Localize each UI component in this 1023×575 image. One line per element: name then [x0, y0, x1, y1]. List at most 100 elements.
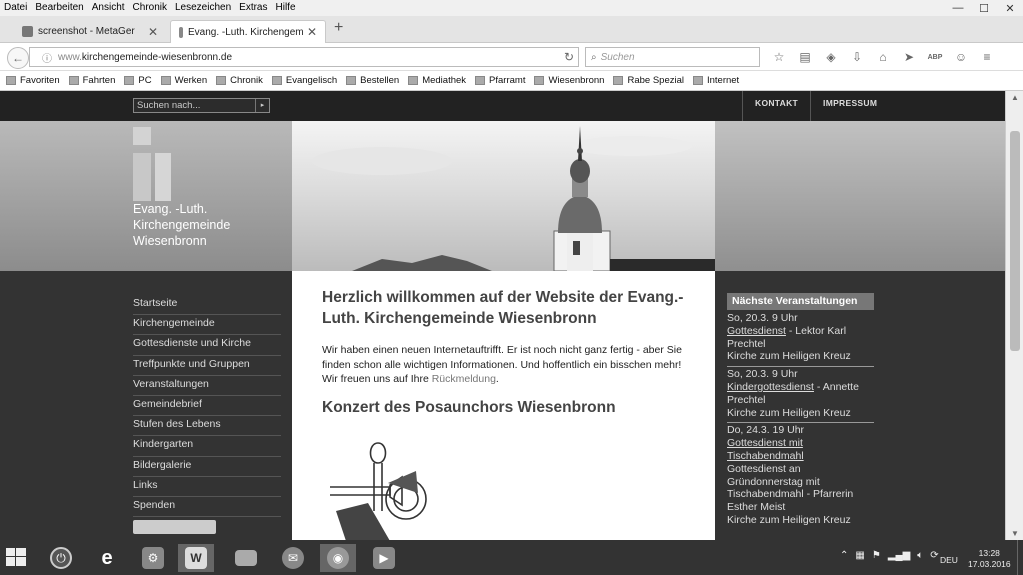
- menu-ansicht[interactable]: Ansicht: [88, 0, 129, 16]
- send-icon[interactable]: ➤: [896, 48, 922, 66]
- volume-icon[interactable]: 🔈︎: [917, 550, 923, 561]
- tab-kirchengemeinde[interactable]: Evang. -Luth. Kirchengem... ✕: [170, 20, 326, 43]
- tab-metager[interactable]: screenshot - MetaGer ✕: [14, 20, 166, 43]
- folder-icon: [68, 76, 79, 85]
- bookmark-wiesenbronn[interactable]: Wiesenbronn: [534, 75, 604, 86]
- event-item: So, 20.3. 9 Uhr Gottesdienst - Lektor Ka…: [727, 311, 874, 368]
- intro-paragraph: Wir haben einen neuen Internetauftrifft.…: [322, 343, 685, 387]
- site-title-line: Wiesenbronn: [133, 234, 207, 248]
- event-date: So, 20.3. 9 Uhr: [727, 368, 798, 381]
- reading-list-icon[interactable]: ▤: [792, 48, 818, 66]
- bookmark-favoriten[interactable]: Favoriten: [6, 75, 60, 86]
- nav-gemeindebrief[interactable]: Gemeindebrief: [133, 396, 281, 417]
- show-desktop-button[interactable]: [1017, 540, 1023, 575]
- bookmark-bestellen[interactable]: Bestellen: [346, 75, 399, 86]
- nav-gottesdienste[interactable]: Gottesdienste und Kirche: [133, 335, 281, 356]
- tab-close-icon[interactable]: ✕: [148, 25, 158, 39]
- thunderbird-icon[interactable]: ✉: [275, 544, 311, 572]
- downloads-icon[interactable]: ⇩: [844, 48, 870, 66]
- nav-bildergalerie[interactable]: Bildergalerie: [133, 457, 281, 477]
- nav-kirchengemeinde[interactable]: Kirchengemeinde: [133, 315, 281, 336]
- tab-bar: screenshot - MetaGer ✕ Evang. -Luth. Kir…: [0, 16, 1023, 43]
- bookmark-pc[interactable]: PC: [124, 75, 152, 86]
- tray-chevron-icon[interactable]: ⌃: [840, 550, 848, 561]
- page-scrollbar[interactable]: ▲ ▼: [1005, 91, 1023, 540]
- nav-veranstaltungen[interactable]: Veranstaltungen: [133, 376, 281, 396]
- minimize-button[interactable]: —: [945, 0, 971, 16]
- internet-explorer-icon[interactable]: e: [89, 544, 125, 572]
- nav-stufen-des-lebens[interactable]: Stufen des Lebens: [133, 416, 281, 437]
- scroll-down-icon[interactable]: ▼: [1011, 529, 1019, 538]
- kontakt-link[interactable]: KONTAKT: [742, 91, 810, 121]
- menu-bar: Datei Bearbeiten Ansicht Chronik Lesezei…: [0, 0, 1023, 16]
- bookmark-chronik[interactable]: Chronik: [216, 75, 263, 86]
- nav-treffpunkte[interactable]: Treffpunkte und Gruppen: [133, 356, 281, 376]
- bookmark-star-icon[interactable]: ☆: [766, 48, 792, 66]
- event-item: So, 20.3. 9 Uhr Kindergottesdienst - Ann…: [727, 367, 874, 424]
- bookmark-fahrten[interactable]: Fahrten: [68, 75, 115, 86]
- network-grid-icon[interactable]: ▦: [855, 550, 864, 561]
- signal-icon[interactable]: ▂▄▆: [888, 550, 910, 561]
- sync-icon[interactable]: ⟳: [930, 550, 938, 561]
- windows-start-icon[interactable]: [6, 548, 28, 568]
- sidebar-banner-button[interactable]: [133, 520, 216, 534]
- nav-kindergarten[interactable]: Kindergarten: [133, 436, 281, 457]
- nav-spenden[interactable]: Spenden: [133, 497, 281, 518]
- word-app-icon[interactable]: W: [178, 544, 214, 572]
- bookmark-label: Internet: [706, 75, 740, 86]
- scroll-thumb[interactable]: [1010, 131, 1020, 351]
- nav-links[interactable]: Links: [133, 477, 281, 497]
- media-player-icon[interactable]: ▶: [366, 544, 402, 572]
- flag-icon[interactable]: ⚑: [872, 550, 881, 561]
- bookmark-rabe-spezial[interactable]: Rabe Spezial: [613, 75, 684, 86]
- file-explorer-icon[interactable]: [228, 544, 264, 572]
- bookmark-evangelisch[interactable]: Evangelisch: [271, 75, 337, 86]
- folder-icon: [534, 76, 545, 85]
- bookmark-pfarramt[interactable]: Pfarramt: [475, 75, 525, 86]
- language-indicator[interactable]: DEU: [940, 555, 958, 565]
- pocket-icon[interactable]: ◈: [818, 48, 844, 66]
- tab-close-icon[interactable]: ✕: [307, 25, 317, 39]
- close-window-button[interactable]: ✕: [997, 0, 1023, 16]
- event-link[interactable]: Kindergottesdienst: [727, 381, 814, 393]
- intro-end: .: [495, 373, 499, 385]
- site-search-go-icon[interactable]: ▸: [255, 99, 269, 112]
- event-link[interactable]: Gottesdienst mit Tischabendmahl: [727, 437, 874, 463]
- rueckmeldung-link[interactable]: Rückmeldung: [432, 373, 496, 385]
- smiley-icon[interactable]: ☺: [948, 48, 974, 66]
- reload-icon[interactable]: ↻: [564, 50, 574, 64]
- event-link[interactable]: Gottesdienst: [727, 325, 786, 337]
- impressum-link[interactable]: IMPRESSUM: [810, 91, 889, 121]
- folder-icon: [613, 76, 624, 85]
- menu-hilfe[interactable]: Hilfe: [272, 0, 300, 16]
- menu-extras[interactable]: Extras: [235, 0, 271, 16]
- search-icon: ⌕: [591, 51, 597, 63]
- browser-search-input[interactable]: ⌕ Suchen: [585, 47, 760, 67]
- maximize-button[interactable]: ☐: [971, 0, 997, 16]
- bookmark-label: Bestellen: [360, 75, 400, 86]
- menu-lesezeichen[interactable]: Lesezeichen: [171, 0, 235, 16]
- hamburger-menu-icon[interactable]: ≡: [974, 48, 1000, 66]
- settings-app-icon[interactable]: ⚙: [135, 544, 171, 572]
- site-info-icon[interactable]: ⓘ: [42, 50, 52, 65]
- address-bar[interactable]: ⓘ www. kirchengemeinde-wiesenbronn.de ↻: [29, 47, 579, 67]
- site-title[interactable]: Evang. -Luth. Kirchengemeinde Wiesenbron…: [133, 201, 230, 249]
- menu-chronik[interactable]: Chronik: [129, 0, 171, 16]
- bookmark-werken[interactable]: Werken: [160, 75, 207, 86]
- menu-bearbeiten[interactable]: Bearbeiten: [31, 0, 87, 16]
- back-button[interactable]: ←: [7, 47, 29, 69]
- bookmark-internet[interactable]: Internet: [692, 75, 740, 86]
- system-clock[interactable]: 13:28 17.03.2016: [968, 548, 1011, 570]
- new-tab-button[interactable]: +: [334, 19, 343, 37]
- tab-label: screenshot - MetaGer: [38, 26, 135, 37]
- power-app-icon[interactable]: ⏻: [43, 544, 79, 572]
- home-icon[interactable]: ⌂: [870, 48, 896, 66]
- site-search-input[interactable]: Suchen nach... ▸: [133, 98, 270, 113]
- firefox-icon[interactable]: ◉: [320, 544, 356, 572]
- bookmark-mediathek[interactable]: Mediathek: [408, 75, 466, 86]
- menu-datei[interactable]: Datei: [0, 0, 31, 16]
- clock-time: 13:28: [978, 548, 1000, 558]
- adblock-icon[interactable]: ABP: [922, 48, 948, 66]
- nav-startseite[interactable]: Startseite: [133, 295, 281, 316]
- scroll-up-icon[interactable]: ▲: [1011, 93, 1019, 102]
